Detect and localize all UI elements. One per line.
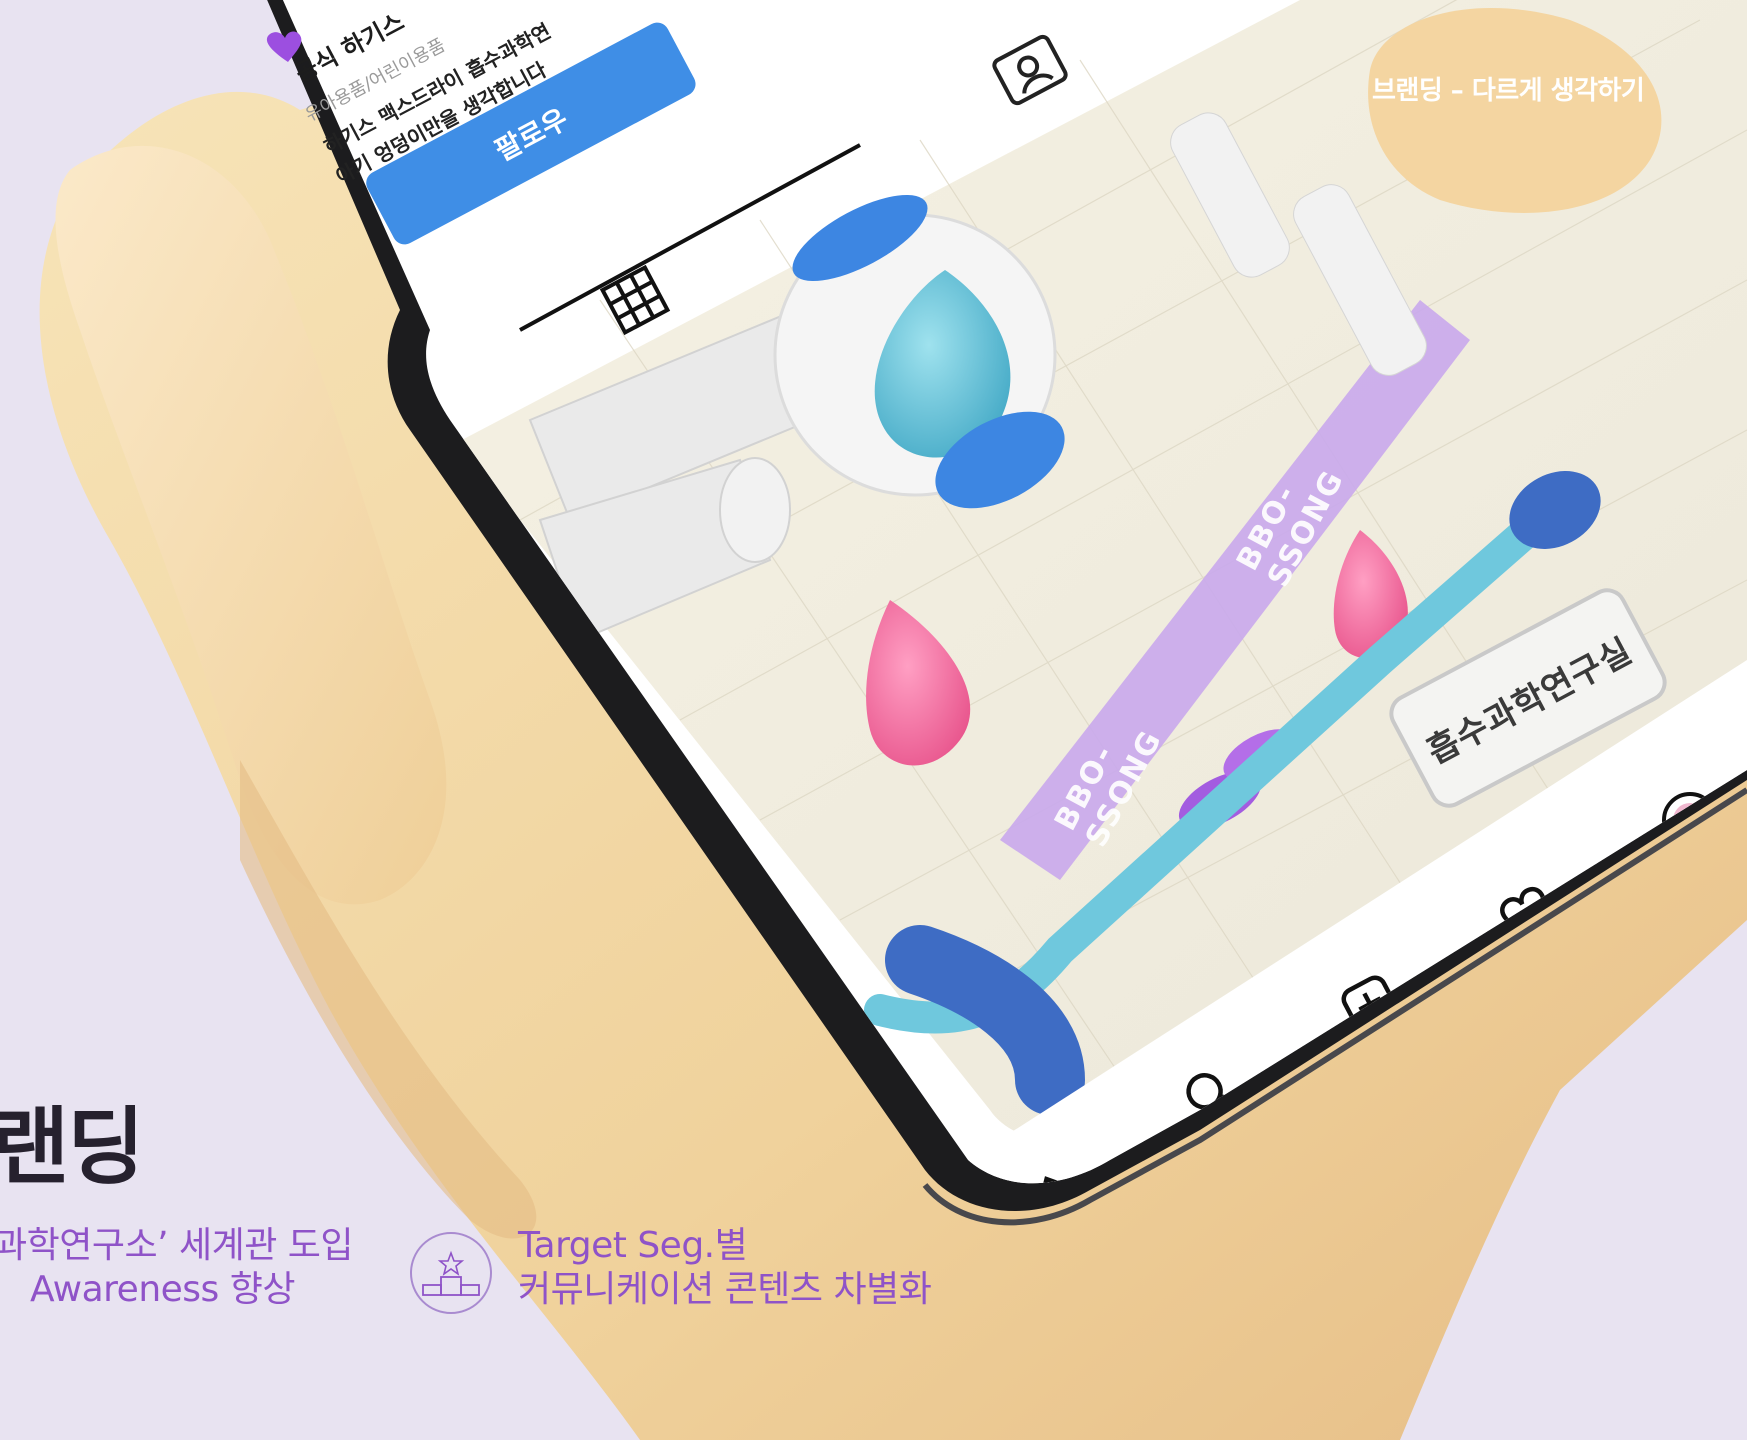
header-tagline: 브랜딩 – 다르게 생각하기 — [1372, 76, 1645, 106]
feature-2-line-2: 커뮤니케이션 콘텐츠 차별화 — [518, 1269, 932, 1310]
podium-star-icon — [410, 1232, 492, 1314]
feature-1-line-1: 과학연구소’ 세계관 도입 — [0, 1225, 354, 1266]
feature-item-2: Target Seg.별 커뮤니케이션 콘텐츠 차별화 — [518, 1224, 932, 1312]
feature-2-line-1: Target Seg.별 — [518, 1225, 748, 1266]
section-title: 랜딩 — [0, 1098, 145, 1196]
follow-button-label: 팔로우 — [489, 102, 574, 168]
feature-item-1: 과학연구소’ 세계관 도입 Awareness 향상 — [0, 1224, 354, 1312]
feature-1-line-2: Awareness 향상 — [30, 1269, 296, 1310]
